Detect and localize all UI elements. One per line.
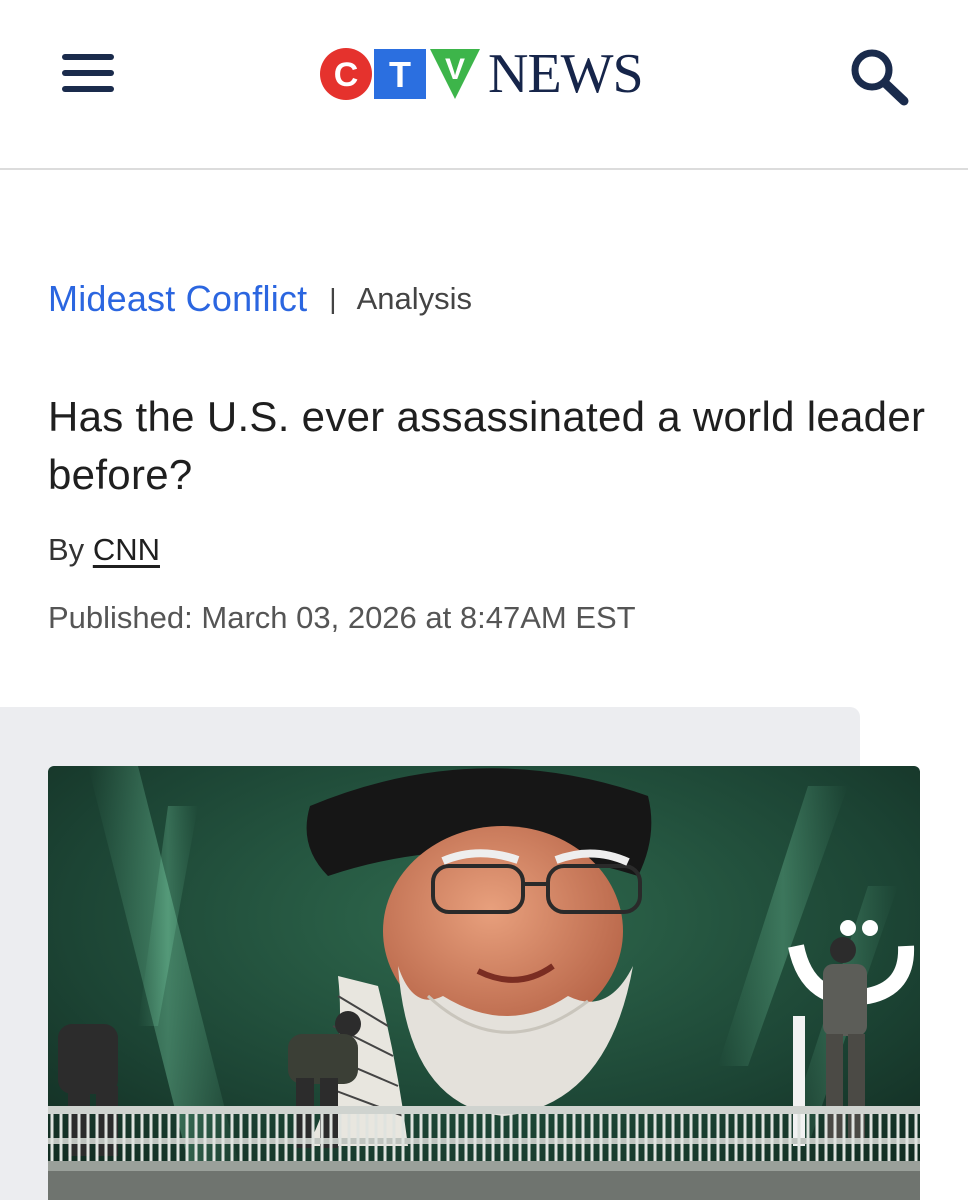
byline-prefix: By <box>48 532 85 567</box>
author-link[interactable]: CNN <box>93 532 160 567</box>
ctv-news-logo[interactable]: C T V NEWS <box>318 44 653 104</box>
svg-text:C: C <box>334 56 359 94</box>
article-type: Analysis <box>356 281 473 316</box>
logo-wordmark: NEWS <box>488 43 644 105</box>
search-icon[interactable] <box>846 46 912 106</box>
svg-text:V: V <box>445 53 465 86</box>
site-header: C T V NEWS <box>0 0 968 170</box>
article-photo[interactable] <box>48 766 920 1200</box>
published-date: Published: March 03, 2026 at 8:47AM EST <box>48 600 636 635</box>
byline: By CNN <box>48 532 160 568</box>
section-separator: | <box>329 283 337 314</box>
hamburger-menu-icon[interactable] <box>60 50 116 96</box>
section-link-mideast-conflict[interactable]: Mideast Conflict <box>48 278 307 320</box>
ctv-logo-mark: C T V <box>320 48 480 100</box>
article-headline: Has the U.S. ever assassinated a world l… <box>48 393 926 498</box>
svg-text:T: T <box>389 54 411 95</box>
section-label: Mideast Conflict | Analysis <box>48 278 472 320</box>
